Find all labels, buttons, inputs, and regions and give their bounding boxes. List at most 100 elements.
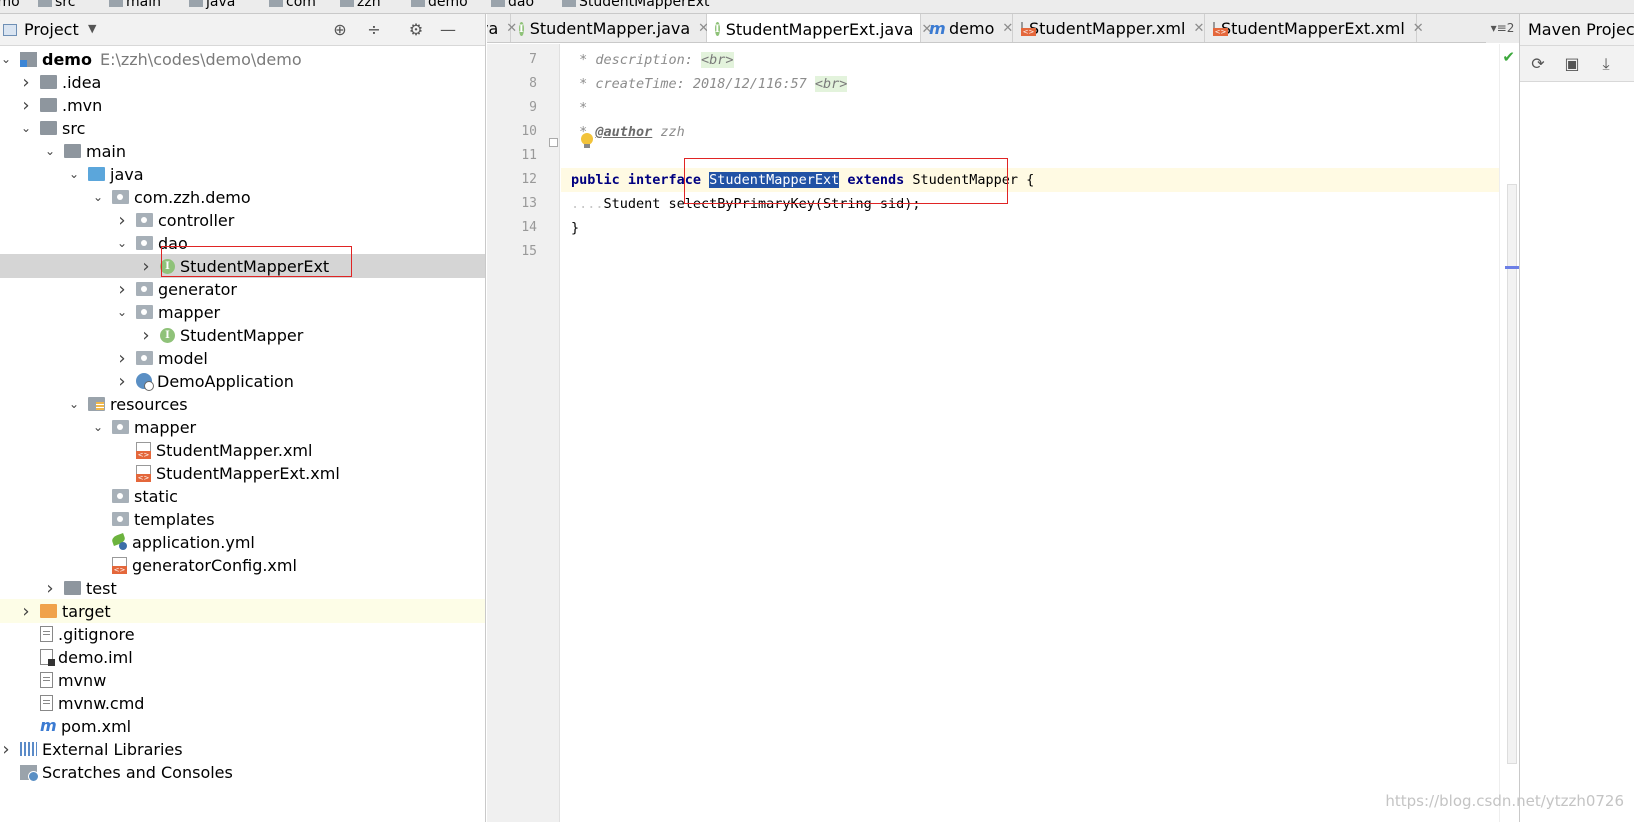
chevron-down-icon[interactable]: ⌄ xyxy=(68,167,80,181)
chevron-down-icon[interactable]: ⌄ xyxy=(20,121,32,135)
breadcrumb-item[interactable]: com xyxy=(269,0,316,10)
close-icon[interactable]: ✕ xyxy=(1193,21,1204,36)
tree-node[interactable]: › I StudentMapper xyxy=(0,323,485,347)
collapse-all-icon[interactable]: ÷ xyxy=(364,20,384,40)
tree-node[interactable]: ⌄ resources xyxy=(0,392,485,416)
tree-node[interactable]: ›static xyxy=(0,484,485,508)
code-line[interactable]: * createTime: 2018/12/116:57 <br> xyxy=(561,72,1499,96)
chevron-right-icon[interactable]: › xyxy=(140,325,152,346)
tree-node[interactable]: › test xyxy=(0,576,485,600)
chevron-down-icon[interactable]: ⌄ xyxy=(92,420,104,434)
editor-tab[interactable]: I StudentMapper.java ✕ xyxy=(511,14,709,42)
editor-tab[interactable]: StudentMapper.xml ✕ xyxy=(1013,14,1205,42)
tree-node[interactable]: ›StudentMapper.xml xyxy=(0,438,485,462)
settings-gear-icon[interactable]: ⚙ xyxy=(406,20,426,40)
tree-node[interactable]: ⌄ dao xyxy=(0,231,485,255)
chevron-right-icon[interactable]: › xyxy=(116,348,128,369)
chevron-right-icon[interactable]: › xyxy=(20,601,32,622)
project-panel-header: Project ▼ ⊕ ÷ ⚙ — xyxy=(0,14,485,46)
scroll-from-source-icon[interactable]: ⊕ xyxy=(330,20,350,40)
code-line[interactable] xyxy=(561,144,1499,168)
code-token: <br> xyxy=(701,52,734,68)
chevron-down-icon[interactable]: ⌄ xyxy=(116,305,128,319)
tree-node[interactable]: ⌄ mapper xyxy=(0,415,485,439)
chevron-right-icon[interactable]: › xyxy=(20,72,32,93)
breadcrumb-item[interactable]: java xyxy=(189,0,235,10)
tree-node[interactable]: ⌄ src xyxy=(0,116,485,140)
chevron-right-icon[interactable]: › xyxy=(116,371,128,392)
code-line[interactable]: ....Student selectByPrimaryKey(String si… xyxy=(561,192,1499,216)
code-line[interactable]: * description: <br> xyxy=(561,48,1499,72)
tree-node[interactable]: ⌄ com.zzh.demo xyxy=(0,185,485,209)
chevron-down-icon[interactable]: ⌄ xyxy=(116,236,128,250)
close-icon[interactable]: ✕ xyxy=(1413,21,1424,36)
chevron-right-icon[interactable]: › xyxy=(116,210,128,231)
chevron-down-icon[interactable]: ⌄ xyxy=(92,190,104,204)
hide-panel-icon[interactable]: — xyxy=(438,20,458,40)
breadcrumb-item[interactable]: StudentMapperExt xyxy=(562,0,710,10)
tree-node[interactable]: ›Scratches and Consoles xyxy=(0,760,485,784)
generate-sources-icon[interactable]: ▣ xyxy=(1562,54,1582,74)
tree-node[interactable]: › .idea xyxy=(0,70,485,94)
tree-node[interactable]: › .mvn xyxy=(0,93,485,117)
breadcrumb-item[interactable]: demo xyxy=(411,0,468,10)
code-line[interactable]: } xyxy=(561,216,1499,240)
tree-node[interactable]: › I StudentMapperExt xyxy=(0,254,485,278)
error-stripe[interactable] xyxy=(1499,44,1519,822)
breadcrumb-item[interactable]: main xyxy=(109,0,161,10)
tree-node[interactable]: ›mpom.xml xyxy=(0,714,485,738)
tree-node[interactable]: ⌄ main xyxy=(0,139,485,163)
tree-node[interactable]: › target xyxy=(0,599,485,623)
excluded-folder-icon xyxy=(40,604,57,618)
chevron-down-icon[interactable]: ⌄ xyxy=(68,397,80,411)
code-line[interactable] xyxy=(561,240,1499,264)
tree-node[interactable]: ›demo.iml xyxy=(0,645,485,669)
tree-node[interactable]: › controller xyxy=(0,208,485,232)
chevron-right-icon[interactable]: › xyxy=(44,578,56,599)
download-icon[interactable]: ⤓ xyxy=(1596,54,1616,74)
project-panel-title[interactable]: Project xyxy=(24,20,79,39)
tree-node[interactable]: ›mvnw.cmd xyxy=(0,691,485,715)
tree-node[interactable]: › External Libraries xyxy=(0,737,485,761)
editor-tab[interactable]: va✕ xyxy=(487,14,517,42)
tree-node[interactable]: ⌄ mapper xyxy=(0,300,485,324)
code-line[interactable]: public interface StudentMapperExt extend… xyxy=(561,168,1499,192)
tree-node[interactable]: ›StudentMapperExt.xml xyxy=(0,461,485,485)
chevron-right-icon[interactable]: › xyxy=(116,279,128,300)
breadcrumb-item[interactable]: zzh xyxy=(340,0,381,10)
tree-node[interactable]: › generator xyxy=(0,277,485,301)
breadcrumb-item[interactable]: demo xyxy=(0,0,20,10)
chevron-right-icon[interactable]: › xyxy=(140,256,152,277)
editor-tab[interactable]: StudentMapperExt.xml ✕ xyxy=(1205,14,1424,42)
view-dropdown-icon[interactable]: ▼ xyxy=(88,22,96,35)
tree-node[interactable]: ⌄ java xyxy=(0,162,485,186)
tree-node[interactable]: ›application.yml xyxy=(0,530,485,554)
editor-tab[interactable]: m demo ✕ xyxy=(921,14,1013,42)
reimport-icon[interactable]: ⟳ xyxy=(1528,54,1548,74)
tree-node[interactable]: ›.gitignore xyxy=(0,622,485,646)
tree-node[interactable]: ⌄ demo E:\zzh\codes\demo\demo xyxy=(0,47,485,71)
maven-projects-panel: Maven Projects ⟳ ▣ ⤓ xyxy=(1519,14,1634,822)
tree-node[interactable]: ›generatorConfig.xml xyxy=(0,553,485,577)
fold-marker-icon[interactable] xyxy=(549,138,558,147)
tree-node[interactable]: › model xyxy=(0,346,485,370)
tab-overflow-menu[interactable]: ▾≡2 xyxy=(1486,14,1519,43)
editor-tab[interactable]: I StudentMapperExt.java ✕ xyxy=(707,14,932,42)
close-icon[interactable]: ✕ xyxy=(1002,21,1013,36)
chevron-right-icon[interactable]: › xyxy=(20,95,32,116)
tree-node[interactable]: ›templates xyxy=(0,507,485,531)
source-folder-icon xyxy=(88,167,105,181)
tree-node[interactable]: › DemoApplication xyxy=(0,369,485,393)
code-area[interactable]: * description: <br> * createTime: 2018/1… xyxy=(561,44,1499,822)
breadcrumb-item[interactable]: src xyxy=(38,0,75,10)
code-line[interactable]: * @author zzh xyxy=(561,120,1499,144)
tree-node[interactable]: ›mvnw xyxy=(0,668,485,692)
chevron-down-icon[interactable]: ⌄ xyxy=(44,144,56,158)
editor-scrollbar[interactable] xyxy=(1507,184,1517,764)
maven-panel-title[interactable]: Maven Projects xyxy=(1520,14,1634,46)
chevron-down-icon[interactable]: ⌄ xyxy=(0,52,12,66)
code-line[interactable]: * xyxy=(561,96,1499,120)
error-stripe-marker[interactable] xyxy=(1505,266,1519,269)
breadcrumb-item[interactable]: dao xyxy=(491,0,534,10)
chevron-right-icon[interactable]: › xyxy=(0,739,12,760)
